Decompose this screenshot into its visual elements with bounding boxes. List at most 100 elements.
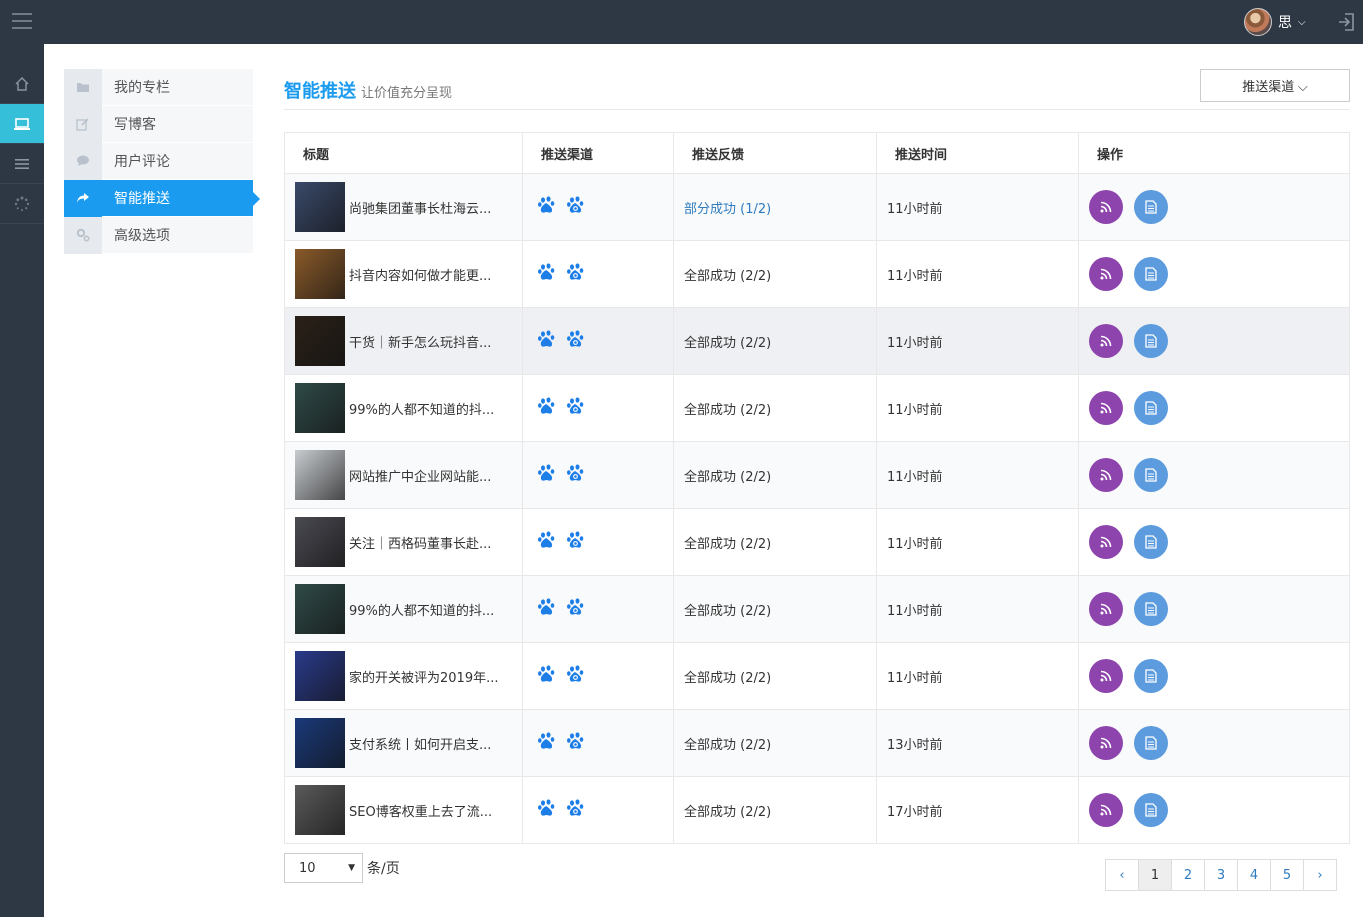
rail-home[interactable] — [0, 64, 44, 104]
view-log-button[interactable] — [1134, 458, 1168, 492]
repush-button[interactable] — [1089, 391, 1123, 425]
user-menu[interactable]: 思 ⌵ — [1244, 7, 1306, 37]
avatar[interactable] — [1244, 8, 1272, 36]
hamburger-menu-icon[interactable] — [12, 13, 32, 31]
repush-button[interactable] — [1089, 458, 1123, 492]
sidebar-item-my-column[interactable]: 我的专栏 — [64, 68, 253, 106]
push-channel-dropdown[interactable]: 推送渠道 ⌵ — [1200, 69, 1350, 102]
channel-baidu-search[interactable] — [566, 664, 586, 688]
view-log-button[interactable] — [1134, 592, 1168, 626]
repush-button[interactable] — [1089, 257, 1123, 291]
channel-baidu-search[interactable] — [566, 262, 586, 286]
article-title-link[interactable]: 抖音内容如何做才能更... — [349, 265, 491, 284]
next-page-button[interactable]: › — [1303, 859, 1337, 891]
baidu-search-icon — [567, 799, 584, 816]
page-button-4[interactable]: 4 — [1237, 859, 1271, 891]
repush-button[interactable] — [1089, 525, 1123, 559]
channel-baidu-search[interactable] — [566, 195, 586, 219]
article-thumbnail[interactable] — [295, 651, 345, 701]
edit-icon — [64, 105, 102, 143]
article-thumbnail[interactable] — [295, 450, 345, 500]
article-title-link[interactable]: 尚驰集团董事长杜海云... — [349, 198, 491, 217]
repush-button[interactable] — [1089, 659, 1123, 693]
article-thumbnail[interactable] — [295, 249, 345, 299]
article-title-link[interactable]: SEO博客权重上去了流... — [349, 801, 492, 820]
sidebar-item-write-blog[interactable]: 写博客 — [64, 105, 253, 143]
channel-baidu[interactable] — [537, 530, 557, 554]
page-size-select[interactable]: 10 ▼ — [284, 853, 363, 883]
view-log-button[interactable] — [1134, 726, 1168, 760]
channel-baidu-search[interactable] — [566, 731, 586, 755]
article-title-link[interactable]: 99%的人都不知道的抖... — [349, 600, 494, 619]
article-title-link[interactable]: 99%的人都不知道的抖... — [349, 399, 494, 418]
channel-baidu[interactable] — [537, 329, 557, 353]
article-title-link[interactable]: 干货｜新手怎么玩抖音... — [349, 332, 491, 351]
channel-baidu-search[interactable] — [566, 396, 586, 420]
page-button-5[interactable]: 5 — [1270, 859, 1304, 891]
baidu-search-icon — [567, 598, 584, 615]
page-button-3[interactable]: 3 — [1204, 859, 1238, 891]
sidebar-item-advanced[interactable]: 高级选项 — [64, 216, 253, 254]
channel-baidu[interactable] — [537, 396, 557, 420]
article-thumbnail[interactable] — [295, 383, 345, 433]
repush-button[interactable] — [1089, 726, 1123, 760]
channel-baidu[interactable] — [537, 731, 557, 755]
icon-rail — [0, 44, 44, 917]
channel-baidu-search[interactable] — [566, 329, 586, 353]
channel-baidu-search[interactable] — [566, 530, 586, 554]
channel-baidu[interactable] — [537, 798, 557, 822]
view-log-button[interactable] — [1134, 190, 1168, 224]
view-log-button[interactable] — [1134, 525, 1168, 559]
feedback-status[interactable]: 部分成功 (1/2) — [684, 202, 771, 217]
channel-baidu[interactable] — [537, 195, 557, 219]
article-thumbnail[interactable] — [295, 785, 345, 835]
article-title-link[interactable]: 关注｜西格码董事长赴... — [349, 533, 491, 552]
repush-button[interactable] — [1089, 190, 1123, 224]
channel-baidu[interactable] — [537, 597, 557, 621]
cell-channel — [522, 508, 674, 576]
rail-loading[interactable] — [0, 184, 44, 224]
view-log-button[interactable] — [1134, 659, 1168, 693]
push-time: 11小时前 — [887, 536, 943, 552]
cell-actions — [1078, 173, 1350, 241]
article-title-link[interactable]: 支付系统丨如何开启支... — [349, 734, 491, 753]
view-log-button[interactable] — [1134, 391, 1168, 425]
document-icon — [1145, 535, 1157, 549]
article-title-link[interactable]: 家的开关被评为2019年... — [349, 667, 498, 686]
folder-icon — [64, 68, 102, 106]
channel-baidu[interactable] — [537, 463, 557, 487]
view-log-button[interactable] — [1134, 324, 1168, 358]
repush-button[interactable] — [1089, 592, 1123, 626]
cell-title: 99%的人都不知道的抖... — [284, 374, 523, 442]
article-title-link[interactable]: 网站推广中企业网站能... — [349, 466, 491, 485]
feedback-status: 全部成功 (2/2) — [684, 335, 772, 351]
cell-time: 11小时前 — [876, 173, 1079, 241]
cell-actions — [1078, 240, 1350, 308]
rail-list[interactable] — [0, 144, 44, 184]
article-thumbnail[interactable] — [295, 584, 345, 634]
prev-page-button[interactable]: ‹ — [1105, 859, 1139, 891]
article-thumbnail[interactable] — [295, 316, 345, 366]
cell-channel — [522, 776, 674, 844]
repush-button[interactable] — [1089, 793, 1123, 827]
article-thumbnail[interactable] — [295, 718, 345, 768]
view-log-button[interactable] — [1134, 793, 1168, 827]
channel-baidu-search[interactable] — [566, 463, 586, 487]
document-icon — [1145, 401, 1157, 415]
repush-button[interactable] — [1089, 324, 1123, 358]
channel-baidu-search[interactable] — [566, 597, 586, 621]
channel-baidu-search[interactable] — [566, 798, 586, 822]
sidebar-item-user-comments[interactable]: 用户评论 — [64, 142, 253, 180]
view-log-button[interactable] — [1134, 257, 1168, 291]
sidebar-item-smart-push[interactable]: 智能推送 — [64, 179, 260, 217]
channel-baidu[interactable] — [537, 664, 557, 688]
chevron-down-icon[interactable]: ⌵ — [1298, 17, 1306, 28]
rail-blog[interactable] — [0, 104, 44, 144]
channel-baidu[interactable] — [537, 262, 557, 286]
page-button-1[interactable]: 1 — [1138, 859, 1172, 891]
article-thumbnail[interactable] — [295, 517, 345, 567]
logout-icon[interactable] — [1338, 12, 1356, 32]
page-button-2[interactable]: 2 — [1171, 859, 1205, 891]
article-thumbnail[interactable] — [295, 182, 345, 232]
user-name[interactable]: 思 — [1278, 12, 1292, 32]
